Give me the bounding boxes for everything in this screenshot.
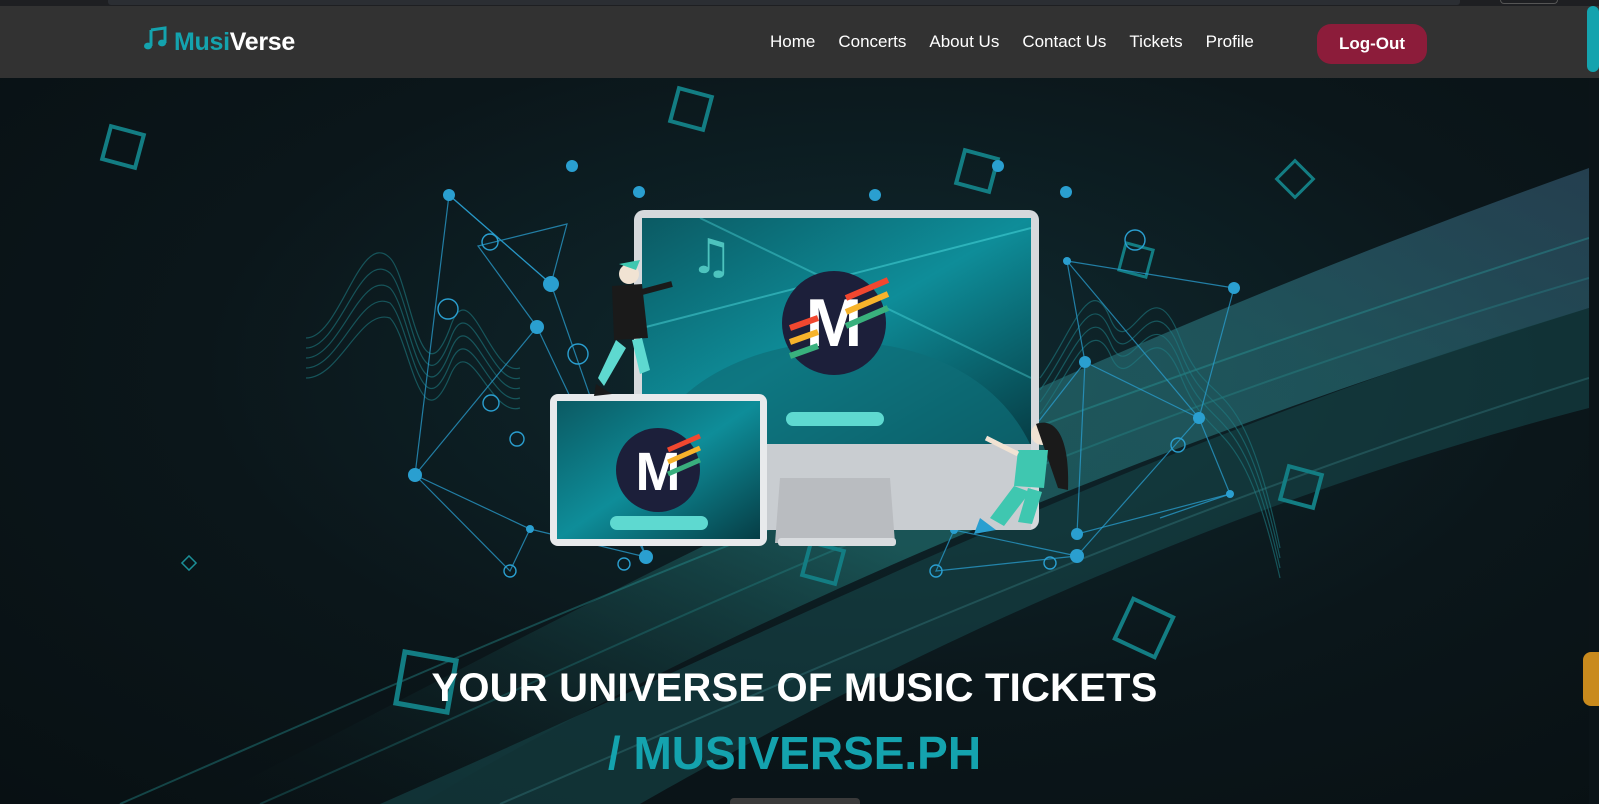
hero-headline: YOUR UNIVERSE OF MUSIC TICKETS — [431, 666, 1158, 710]
browser-corner-pill — [1500, 0, 1558, 4]
hero-subline: / MUSIVERSE.PH — [607, 727, 982, 779]
hero-section: M ♫ M YOUR UNIVERSE OF MUSIC TICKETS / M… — [0, 78, 1589, 804]
side-tab[interactable] — [1583, 652, 1599, 706]
svg-text:♫: ♫ — [690, 229, 733, 285]
nav-home[interactable]: Home — [770, 32, 815, 52]
main-nav: Home Concerts About Us Contact Us Ticket… — [770, 6, 1254, 78]
tablet-illustration: M — [550, 394, 767, 546]
nav-tickets[interactable]: Tickets — [1129, 32, 1182, 52]
scroll-indicator[interactable] — [730, 798, 860, 804]
nav-about-us[interactable]: About Us — [929, 32, 999, 52]
brand-logo[interactable]: MusiVerse — [142, 26, 295, 59]
browser-tab-bar — [108, 0, 1460, 5]
nav-profile[interactable]: Profile — [1206, 32, 1254, 52]
music-note-icon — [142, 26, 168, 59]
navbar: MusiVerse Home Concerts About Us Contact… — [0, 6, 1599, 78]
brand-name-part1: Musi — [174, 28, 230, 56]
brand-name-part2: Verse — [229, 28, 296, 56]
logout-button[interactable]: Log-Out — [1317, 24, 1427, 64]
scrollbar-thumb[interactable] — [1587, 6, 1599, 72]
nav-contact-us[interactable]: Contact Us — [1022, 32, 1106, 52]
nav-concerts[interactable]: Concerts — [838, 32, 906, 52]
